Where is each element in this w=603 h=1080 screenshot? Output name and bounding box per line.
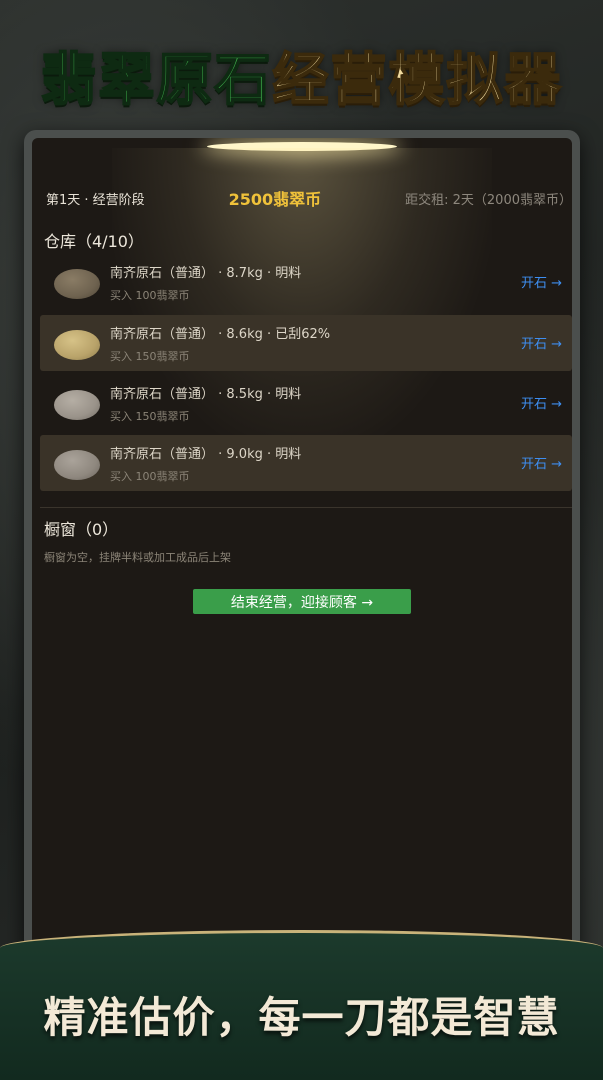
slogan-text: 精准估价，每一刀都是智慧: [43, 993, 560, 1042]
rough-stone-icon: [54, 390, 100, 420]
rough-stone-icon: [54, 269, 100, 299]
warehouse-item[interactable]: 南齐原石（普通） · 8.6kg · 已刮62% 买入 150翡翠币 开石 →: [40, 315, 572, 371]
section-divider: [40, 507, 572, 508]
stone-buy-price: 买入 100翡翠币: [110, 470, 190, 483]
warehouse-item[interactable]: 南齐原石（普通） · 8.5kg · 明料 买入 150翡翠币 开石 →: [40, 375, 572, 431]
end-business-button[interactable]: 结束经营，迎接顾客 →: [193, 589, 411, 614]
open-stone-button[interactable]: 开石 →: [521, 453, 562, 472]
open-stone-button[interactable]: 开石 →: [521, 333, 562, 352]
open-stone-button[interactable]: 开石 →: [521, 272, 562, 291]
warehouse-title: 仓库（4/10）: [44, 232, 144, 251]
warehouse-item[interactable]: 南齐原石（普通） · 8.7kg · 明料 买入 100翡翠币 开石 →: [40, 254, 572, 310]
lamp-light: [207, 142, 397, 151]
app-title-green: 翡翠原石: [40, 46, 273, 114]
showcase-title: 橱窗（0）: [44, 520, 119, 539]
game-screen: 第1天 · 经营阶段 2500翡翠币 距交租: 2天（2000翡翠币） 仓库（4…: [32, 138, 572, 952]
stone-name: 南齐原石（普通） · 8.6kg · 已刮62%: [110, 327, 331, 342]
coin-balance: 2500翡翠币: [228, 190, 322, 209]
showcase-empty-hint: 橱窗为空，挂牌半料或加工成品后上架: [44, 551, 231, 564]
phone-frame: 第1天 · 经营阶段 2500翡翠币 距交租: 2天（2000翡翠币） 仓库（4…: [24, 130, 580, 960]
stone-buy-price: 买入 100翡翠币: [110, 289, 190, 302]
rough-stone-icon: [54, 450, 100, 480]
rough-stone-icon: [54, 330, 100, 360]
stone-buy-price: 买入 150翡翠币: [110, 410, 190, 423]
stone-buy-price: 买入 150翡翠币: [110, 350, 190, 363]
day-phase-label: 第1天 · 经营阶段: [46, 192, 145, 208]
app-title-gold: 经营模拟器: [272, 46, 563, 114]
stone-name: 南齐原石（普通） · 9.0kg · 明料: [110, 447, 302, 462]
app-title-banner: 翡翠原石 经营模拟器: [0, 30, 603, 120]
warehouse-item[interactable]: 南齐原石（普通） · 9.0kg · 明料 买入 100翡翠币 开石 →: [40, 435, 572, 491]
rent-countdown: 距交租: 2天（2000翡翠币）: [405, 192, 572, 208]
status-bar: 第1天 · 经营阶段 2500翡翠币 距交租: 2天（2000翡翠币）: [46, 186, 572, 210]
stone-name: 南齐原石（普通） · 8.7kg · 明料: [110, 266, 302, 281]
stone-name: 南齐原石（普通） · 8.5kg · 明料: [110, 387, 302, 402]
open-stone-button[interactable]: 开石 →: [521, 393, 562, 412]
bottom-slogan-banner: 精准估价，每一刀都是智慧: [0, 930, 603, 1080]
